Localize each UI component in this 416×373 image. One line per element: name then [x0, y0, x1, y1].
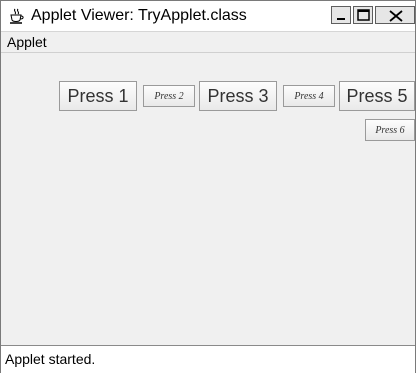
press-2-button[interactable]: Press 2: [143, 85, 195, 107]
press-6-button[interactable]: Press 6: [365, 119, 415, 141]
menu-applet[interactable]: Applet: [7, 34, 47, 50]
applet-window: Applet Viewer: TryApplet.class Applet Pr…: [0, 0, 416, 373]
press-1-button[interactable]: Press 1: [59, 81, 137, 111]
press-4-button[interactable]: Press 4: [283, 85, 335, 107]
minimize-button[interactable]: [331, 6, 351, 24]
status-text: Applet started.: [5, 351, 96, 367]
java-cup-icon: [10, 8, 24, 24]
maximize-button[interactable]: [353, 6, 373, 24]
maximize-icon: [357, 9, 370, 21]
applet-area: Press 1 Press 2 Press 3 Press 4 Press 5 …: [1, 53, 415, 345]
press-5-button[interactable]: Press 5: [339, 81, 415, 111]
status-bar: Applet started.: [1, 345, 415, 373]
window-title: Applet Viewer: TryApplet.class: [31, 7, 247, 24]
title-bar[interactable]: Applet Viewer: TryApplet.class: [1, 1, 415, 32]
menu-bar: Applet: [1, 32, 415, 53]
minimize-icon: [337, 18, 345, 20]
close-button[interactable]: [375, 6, 415, 24]
press-3-button[interactable]: Press 3: [199, 81, 277, 111]
close-icon: [389, 10, 403, 22]
